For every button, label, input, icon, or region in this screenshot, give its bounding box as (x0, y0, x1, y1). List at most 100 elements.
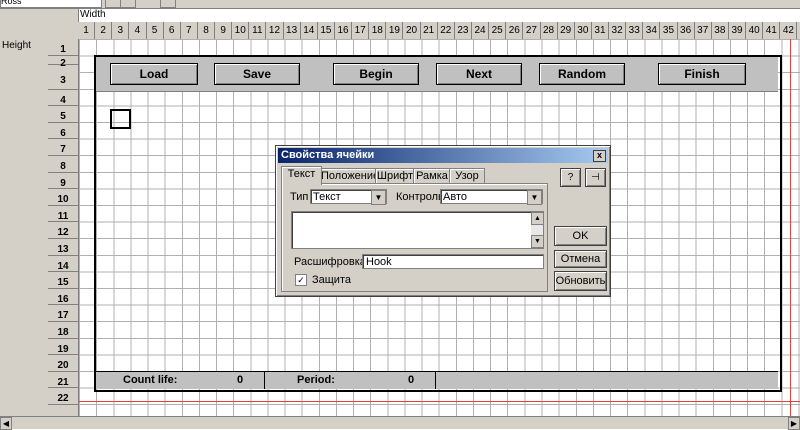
column-header-cell[interactable]: 25 (489, 22, 507, 39)
chevron-down-icon[interactable]: ▼ (371, 190, 386, 205)
refresh-button[interactable]: Обновить (554, 271, 607, 291)
row-header-cell[interactable]: 20 (48, 355, 78, 372)
page-break-horizontal (79, 401, 800, 402)
row-header-cell[interactable]: 18 (48, 322, 78, 339)
column-header-cell[interactable]: 29 (558, 22, 575, 39)
row-header-cell[interactable]: 12 (48, 222, 78, 239)
cancel-button[interactable]: Отмена (554, 250, 607, 268)
control-select[interactable]: Авто ▼ (440, 189, 543, 205)
row-header-cell[interactable]: 8 (48, 156, 78, 173)
row-header-cell[interactable]: 6 (48, 123, 78, 140)
column-header-cell[interactable]: 41 (763, 22, 781, 39)
row-header-cell[interactable]: 4 (48, 90, 78, 107)
protect-label: Защита (312, 274, 351, 286)
scroll-right-icon[interactable]: ▶ (788, 417, 800, 430)
scroll-down-icon[interactable]: ▼ (531, 235, 544, 248)
column-header-cell[interactable]: 26 (506, 22, 524, 39)
column-header-cell[interactable]: 34 (643, 22, 661, 39)
column-header-cell[interactable]: 36 (678, 22, 695, 39)
protect-checkbox[interactable]: ✓ (295, 274, 307, 286)
column-header-cell[interactable]: 32 (609, 22, 627, 39)
row-header-cell[interactable]: 19 (48, 339, 78, 356)
tab-pattern[interactable]: Узор (449, 168, 485, 184)
column-header-cell[interactable]: 24 (472, 22, 490, 39)
row-header-cell[interactable]: 11 (48, 206, 78, 223)
row-header-cell[interactable]: 22 (48, 388, 78, 405)
column-header-cell[interactable]: 2 (95, 22, 113, 39)
row-header-cell[interactable]: 1 (48, 39, 78, 56)
column-header-cell[interactable]: 18 (369, 22, 387, 39)
column-header-cell[interactable]: 40 (746, 22, 764, 39)
column-header-cell[interactable]: 9 (215, 22, 233, 39)
row-header-cell[interactable]: 21 (48, 372, 78, 389)
row-header-cell[interactable]: 15 (48, 272, 78, 289)
column-header-cell[interactable]: 20 (403, 22, 421, 39)
column-header-cell[interactable]: 27 (523, 22, 541, 39)
column-header-cell[interactable]: 8 (198, 22, 216, 39)
column-header-cell[interactable]: 23 (455, 22, 472, 39)
row-header-cell[interactable]: 13 (48, 239, 78, 256)
memo-scrollbar[interactable]: ▲ ▼ (531, 212, 544, 248)
column-header-cell[interactable]: 6 (164, 22, 181, 39)
scroll-up-icon[interactable]: ▲ (531, 212, 544, 225)
column-header-cell[interactable]: 19 (386, 22, 404, 39)
name-box[interactable]: Ross (0, 0, 102, 8)
horizontal-scrollbar[interactable]: ◀ ▶ (0, 416, 800, 430)
toolbar-dropdown-button[interactable] (105, 0, 121, 8)
column-header-cell[interactable]: 4 (129, 22, 147, 39)
column-header-cell[interactable]: 22 (438, 22, 455, 39)
tab-position[interactable]: Положение (320, 168, 379, 184)
help-icon[interactable]: ? (560, 168, 581, 187)
column-header-cell[interactable]: 11 (249, 22, 267, 39)
selected-cell[interactable] (110, 109, 131, 129)
row-header-cell[interactable]: 16 (48, 289, 78, 306)
tab-border[interactable]: Рамка (413, 168, 451, 184)
column-header-cell[interactable]: 28 (541, 22, 558, 39)
column-header-cell[interactable]: 12 (266, 22, 284, 39)
column-header-cell[interactable]: 1 (78, 22, 96, 39)
type-select[interactable]: Текст ▼ (310, 189, 387, 205)
row-header-cell[interactable]: 9 (48, 173, 78, 190)
column-header-cell[interactable]: 17 (352, 22, 370, 39)
page-break-vertical (790, 39, 791, 416)
scroll-left-icon[interactable]: ◀ (0, 417, 12, 430)
status-bar: Count life: 0 Period: 0 (96, 371, 778, 389)
column-header-cell[interactable]: 5 (147, 22, 164, 39)
tab-text[interactable]: Текст (281, 166, 322, 185)
column-header-cell[interactable]: 33 (626, 22, 644, 39)
column-header-cell[interactable]: 13 (284, 22, 301, 39)
row-header-cell[interactable]: 3 (48, 65, 78, 90)
column-header-cell[interactable]: 39 (729, 22, 747, 39)
column-header-cell[interactable]: 7 (181, 22, 198, 39)
pin-icon[interactable]: ⊣ (585, 168, 606, 187)
row-header-cell[interactable]: 5 (48, 106, 78, 123)
column-header-cell[interactable]: 37 (695, 22, 712, 39)
ok-button[interactable]: OK (554, 226, 607, 246)
decode-field[interactable]: Hook (362, 254, 544, 269)
row-header-cell[interactable]: 2 (48, 56, 78, 69)
row-header-cell[interactable]: 7 (48, 139, 78, 156)
row-header-cell[interactable]: 14 (48, 256, 78, 273)
dialog-titlebar[interactable]: Свойства ячейки x (278, 148, 608, 163)
column-header-cell[interactable]: 10 (232, 22, 250, 39)
column-header-cell[interactable]: 16 (335, 22, 353, 39)
column-header-cell[interactable]: 42 (780, 22, 798, 39)
column-header-cell[interactable]: 14 (301, 22, 318, 39)
star-icon[interactable] (120, 0, 136, 8)
tab-font[interactable]: Шрифт (375, 168, 415, 184)
toolbar-button[interactable] (160, 0, 176, 8)
close-icon[interactable]: x (593, 150, 606, 162)
column-header-cell[interactable]: 3 (112, 22, 130, 39)
height-label: Height (2, 40, 31, 51)
column-header-cell[interactable]: 21 (421, 22, 438, 39)
row-header-cell[interactable]: 17 (48, 305, 78, 322)
column-header-cell[interactable]: 31 (592, 22, 610, 39)
column-header-cell[interactable]: 30 (575, 22, 592, 39)
column-header-cell[interactable]: 35 (660, 22, 678, 39)
chevron-down-icon[interactable]: ▼ (527, 190, 542, 205)
column-header-cell[interactable]: 38 (712, 22, 729, 39)
column-header-cell[interactable]: 15 (318, 22, 335, 39)
row-header-cell[interactable]: 10 (48, 189, 78, 206)
text-memo[interactable]: ▲ ▼ (291, 211, 544, 249)
period-segment: Period: 0 (265, 372, 436, 389)
